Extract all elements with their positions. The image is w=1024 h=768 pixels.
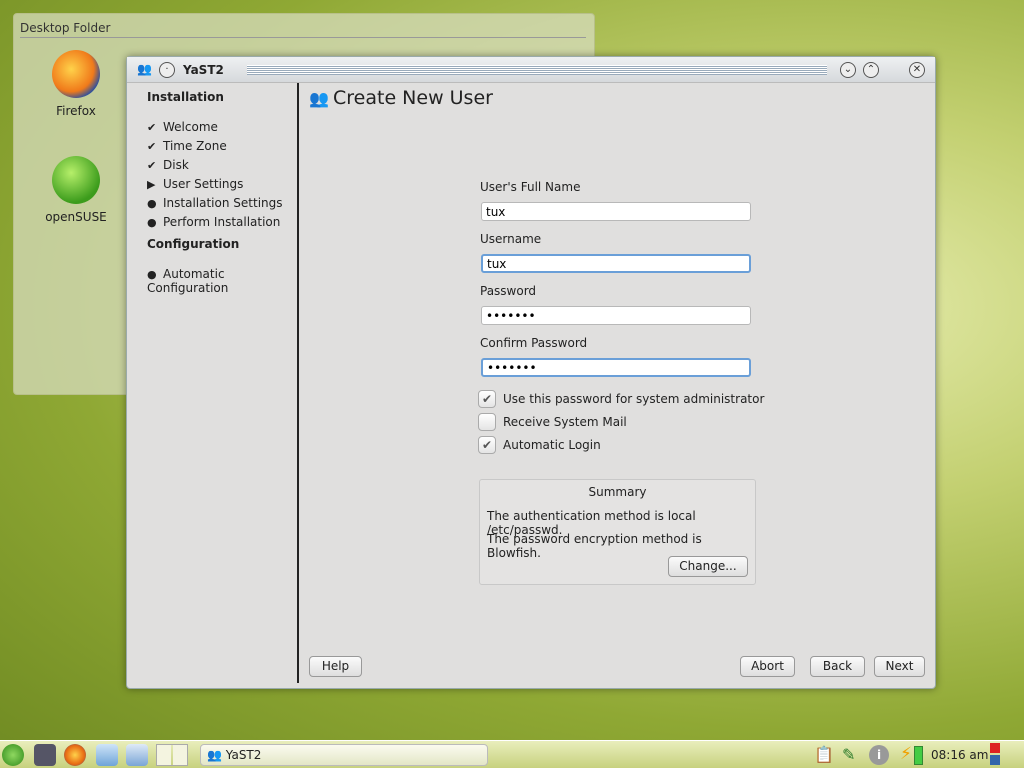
file-manager-icon[interactable] bbox=[96, 744, 118, 766]
close-button[interactable]: ✕ bbox=[909, 62, 925, 78]
section-configuration: Configuration bbox=[147, 237, 240, 251]
bullet-icon: ● bbox=[147, 216, 157, 229]
divider bbox=[20, 37, 586, 38]
kickoff-menu-icon[interactable] bbox=[2, 744, 24, 766]
bullet-icon: ● bbox=[147, 197, 157, 210]
battery-icon[interactable] bbox=[914, 746, 923, 765]
username-label: Username bbox=[480, 232, 542, 246]
admin-password-checkbox[interactable]: ✔ Use this password for system administra… bbox=[478, 390, 764, 408]
minimize-button[interactable]: ⌄ bbox=[840, 62, 856, 78]
checkbox-label: Use this password for system administrat… bbox=[503, 392, 765, 406]
shutdown-icon[interactable] bbox=[990, 743, 1000, 753]
window-menu-icon[interactable]: · bbox=[159, 62, 175, 78]
step-installation-settings: ● Installation Settings bbox=[147, 196, 283, 210]
checkbox-label: Automatic Login bbox=[503, 438, 601, 452]
step-automatic-configuration: ● Automatic Configuration bbox=[147, 267, 297, 295]
info-icon[interactable]: i bbox=[869, 745, 889, 765]
pin-icon[interactable]: ✎ bbox=[842, 745, 855, 764]
username-input[interactable] bbox=[481, 254, 751, 273]
network-icon[interactable] bbox=[126, 744, 148, 766]
users-icon: 👥 bbox=[309, 89, 329, 108]
yast-window: 👥 · YaST2 ⌄ ⌃ ✕ Installation ✔ Welcome ✔ T… bbox=[126, 56, 936, 689]
automatic-login-checkbox[interactable]: ✔ Automatic Login bbox=[478, 436, 601, 454]
step-user-settings: ▶ User Settings bbox=[147, 177, 243, 191]
page-title: Create New User bbox=[333, 87, 493, 109]
check-icon: ✔ bbox=[147, 140, 157, 153]
arrow-right-icon: ▶ bbox=[147, 178, 156, 191]
dolphin-icon[interactable] bbox=[34, 744, 56, 766]
checkbox-label: Receive System Mail bbox=[503, 415, 627, 429]
step-label: Installation Settings bbox=[163, 196, 283, 210]
full-name-input[interactable] bbox=[481, 202, 751, 221]
users-icon: 👥 bbox=[137, 62, 152, 76]
password-input[interactable] bbox=[481, 306, 751, 325]
maximize-button[interactable]: ⌃ bbox=[863, 62, 879, 78]
next-button[interactable]: Next bbox=[874, 656, 925, 677]
title-bar[interactable]: 👥 · YaST2 ⌄ ⌃ ✕ bbox=[127, 57, 935, 83]
confirm-password-input[interactable] bbox=[481, 358, 751, 377]
task-yast2[interactable]: 👥 YaST2 bbox=[200, 744, 488, 766]
taskbar: 👥 YaST2 📋 ✎ i ⚡ 08:16 am bbox=[0, 740, 1024, 768]
steps-sidebar: Installation ✔ Welcome ✔ Time Zone ✔ Disk ▶… bbox=[127, 83, 299, 683]
step-label: Perform Installation bbox=[163, 215, 281, 229]
step-label: Time Zone bbox=[163, 139, 227, 153]
summary-box: Summary The authentication method is loc… bbox=[479, 479, 756, 585]
checkmark-icon[interactable]: ✔ bbox=[478, 390, 496, 408]
step-time-zone: ✔ Time Zone bbox=[147, 139, 227, 153]
firefox-icon[interactable] bbox=[64, 744, 86, 766]
users-icon: 👥 bbox=[207, 748, 222, 762]
step-welcome: ✔ Welcome bbox=[147, 120, 218, 134]
title-decoration bbox=[247, 65, 827, 75]
change-button[interactable]: Change... bbox=[668, 556, 748, 577]
step-label: Disk bbox=[163, 158, 189, 172]
opensuse-icon bbox=[52, 156, 100, 204]
clipboard-icon[interactable]: 📋 bbox=[814, 745, 834, 764]
pager-icon[interactable] bbox=[156, 744, 188, 766]
check-icon: ✔ bbox=[147, 159, 157, 172]
receive-mail-checkbox[interactable]: Receive System Mail bbox=[478, 413, 627, 431]
abort-button[interactable]: Abort bbox=[740, 656, 795, 677]
icon-label: Firefox bbox=[56, 104, 96, 118]
check-icon: ✔ bbox=[147, 121, 157, 134]
window-title: YaST2 bbox=[183, 63, 224, 77]
confirm-password-label: Confirm Password bbox=[480, 336, 588, 350]
full-name-label: User's Full Name bbox=[480, 180, 581, 194]
folder-title: Desktop Folder bbox=[20, 21, 111, 35]
step-label: Welcome bbox=[163, 120, 218, 134]
lock-icon[interactable] bbox=[990, 755, 1000, 765]
desktop-icon-opensuse[interactable]: openSUSE bbox=[36, 156, 116, 224]
summary-title: Summary bbox=[588, 485, 647, 499]
section-installation: Installation bbox=[147, 90, 224, 104]
help-button[interactable]: Help bbox=[309, 656, 362, 677]
step-label: User Settings bbox=[163, 177, 244, 191]
bullet-icon: ● bbox=[147, 268, 157, 281]
icon-label: openSUSE bbox=[45, 210, 107, 224]
desktop-icon-firefox[interactable]: Firefox bbox=[36, 50, 116, 118]
step-perform-installation: ● Perform Installation bbox=[147, 215, 280, 229]
firefox-icon bbox=[52, 50, 100, 98]
clock[interactable]: 08:16 am bbox=[931, 748, 988, 762]
password-label: Password bbox=[480, 284, 537, 298]
task-label: YaST2 bbox=[225, 748, 262, 762]
checkbox-empty[interactable] bbox=[478, 413, 496, 431]
checkmark-icon[interactable]: ✔ bbox=[478, 436, 496, 454]
power-icon[interactable]: ⚡ bbox=[900, 744, 912, 764]
back-button[interactable]: Back bbox=[810, 656, 865, 677]
step-disk: ✔ Disk bbox=[147, 158, 189, 172]
